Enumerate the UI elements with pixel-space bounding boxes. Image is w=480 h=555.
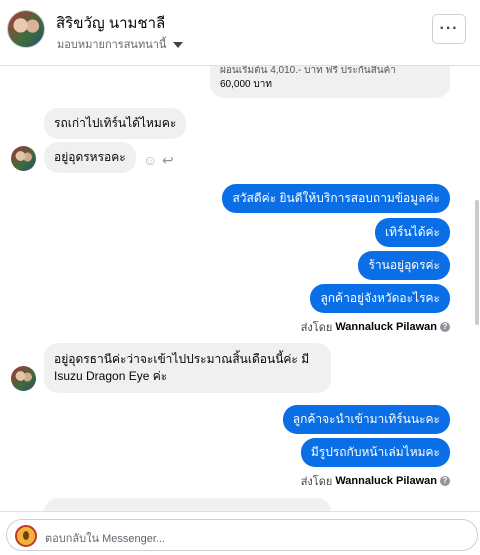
outgoing-message: สวัสดีค่ะ ยินดีให้บริการสอบถามข้อมูลค่ะ — [222, 184, 450, 213]
reply-placeholder: ตอบกลับใน Messenger... — [45, 533, 166, 545]
reply-footer: ตอบกลับใน Messenger... — [0, 511, 480, 555]
info-icon[interactable]: ? — [440, 476, 450, 486]
reply-arrow-icon[interactable]: ↩ — [162, 152, 174, 169]
sent-by-prefix: ส่งโดย — [300, 322, 333, 334]
truncated-message: ผ่อนเริ่มต้น 4,010.- บาท ฟรี ประกันสินค้… — [210, 66, 450, 98]
outgoing-message: มีรูปรถกับหน้าเล่มไหมคะ — [300, 438, 450, 467]
page-avatar — [15, 525, 37, 547]
outgoing-message: ร้านอยู่อุดรค่ะ — [358, 251, 450, 280]
truncated-line-1: ผ่อนเริ่มต้น 4,010.- บาท ฟรี ประกันสินค้… — [220, 66, 396, 76]
incoming-line-1: อยู่อุดรธานีค่ะว่าจะเข้าไปประมาณสิ้นเดือ… — [54, 352, 310, 366]
info-icon[interactable]: ? — [440, 322, 450, 332]
sent-by-prefix: ส่งโดย — [300, 476, 333, 488]
sender-avatar — [11, 146, 36, 171]
truncated-line-2: 60,000 บาท — [220, 79, 272, 90]
assign-conversation-dropdown[interactable]: มอบหมายการสนทนานี้ — [57, 35, 184, 53]
message-thread[interactable]: ผ่อนเริ่มต้น 4,010.- บาท ฟรี ประกันสินค้… — [0, 66, 480, 511]
sent-by-label: ส่งโดย Wannaluck Pilawan ? — [301, 472, 450, 490]
outgoing-message: ลูกค้าอยู่จังหวัดอะไรคะ — [310, 284, 450, 313]
incoming-message: อยู่อุดรธานีค่ะว่าจะเข้าไปประมาณสิ้นเดือ… — [44, 343, 331, 393]
assign-label: มอบหมายการสนทนานี้ — [57, 39, 167, 51]
sent-by-name[interactable]: Wannaluck Pilawan — [335, 475, 437, 487]
sent-by-name[interactable]: Wannaluck Pilawan — [335, 321, 437, 333]
contact-name[interactable]: สิริขวัญ นามชาลี — [56, 11, 165, 35]
incoming-message-partial — [44, 498, 331, 511]
reply-input[interactable]: ตอบกลับใน Messenger... — [6, 519, 478, 551]
react-smiley-icon[interactable]: ☺ — [143, 152, 157, 168]
caret-down-icon — [173, 41, 184, 48]
scrollbar[interactable] — [475, 200, 479, 325]
contact-avatar[interactable] — [7, 10, 45, 48]
conversation-header: สิริขวัญ นามชาลี มอบหมายการสนทนานี้ ··· — [0, 0, 480, 66]
outgoing-message: ลูกค้าจะนำเข้ามาเทิร์นนะคะ — [282, 405, 450, 434]
incoming-message: รถเก่าไปเทิร์นได้ไหมคะ — [44, 108, 187, 139]
outgoing-message: เทิร์นได้ค่ะ — [375, 218, 450, 247]
sent-by-label: ส่งโดย Wannaluck Pilawan ? — [301, 318, 450, 336]
more-options-button[interactable]: ··· — [432, 14, 466, 44]
incoming-line-2: Isuzu Dragon Eye ค่ะ — [54, 369, 168, 383]
sender-avatar — [11, 366, 36, 391]
incoming-message: อยู่อุดรหรอคะ — [44, 142, 136, 173]
